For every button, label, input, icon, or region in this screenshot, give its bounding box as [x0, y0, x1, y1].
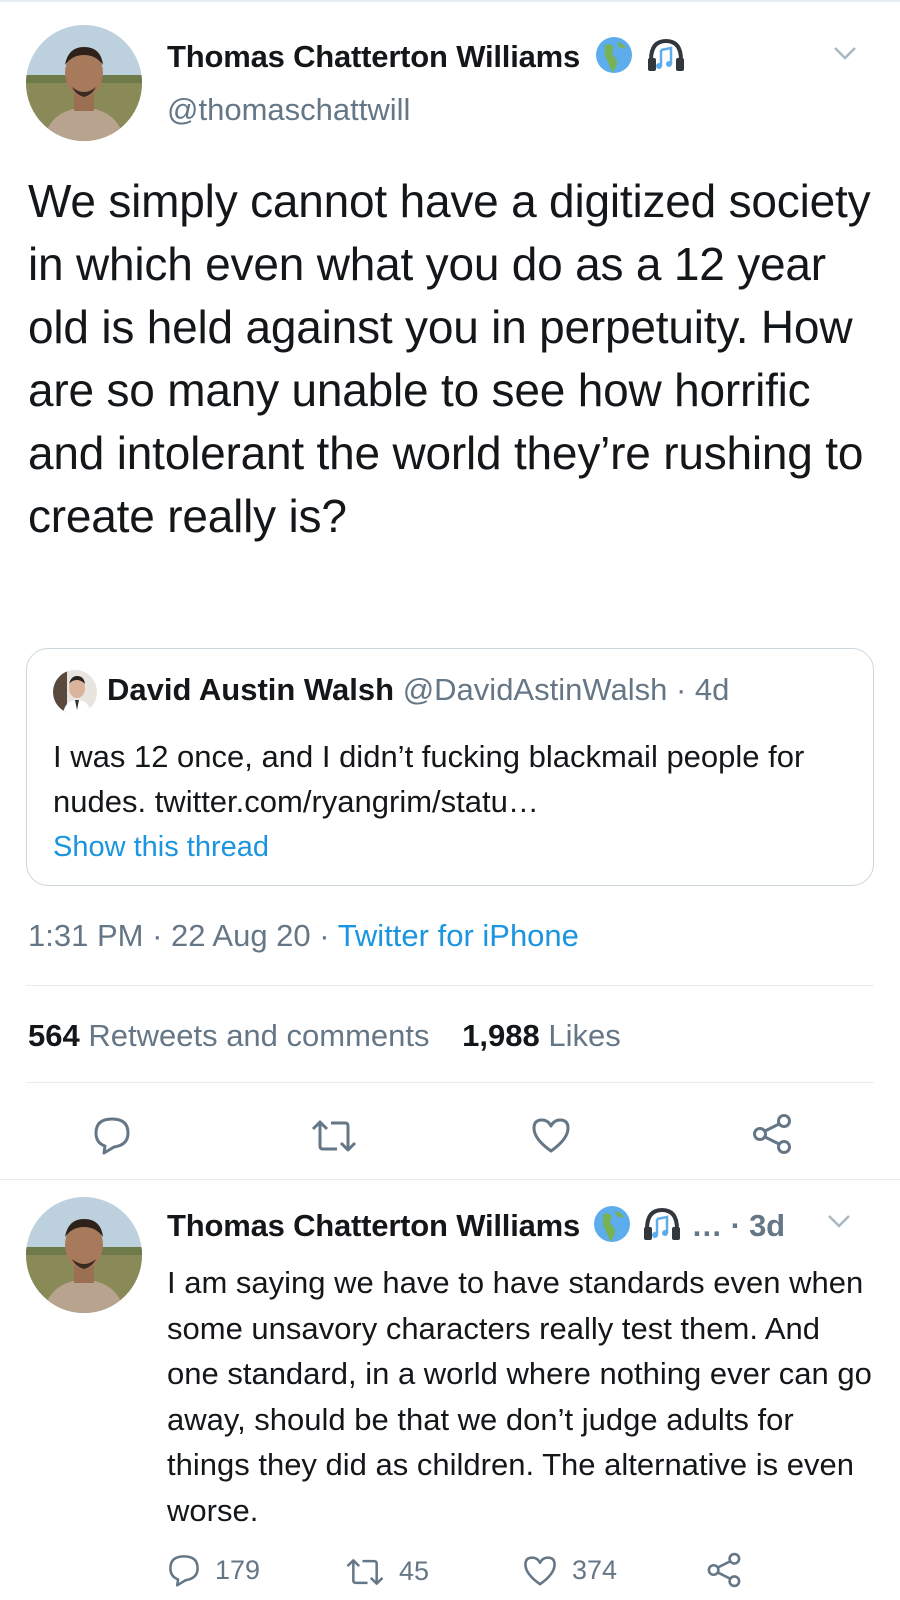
reply-count: 179 [215, 1554, 261, 1585]
reply-icon [94, 1117, 130, 1155]
quoted-author-avatar [53, 670, 97, 714]
quoted-author-handle: @DavidAstinWalsh [402, 672, 668, 707]
divider [26, 1082, 874, 1083]
retweet-count: 45 [399, 1556, 430, 1586]
quoted-tweet-text: I was 12 once, and I didn’t fucking blac… [53, 739, 805, 819]
divider [0, 1179, 900, 1180]
reply-share-button[interactable] [705, 1551, 743, 1589]
author-handle[interactable]: @thomaschattwill [167, 92, 410, 128]
tweet-text: We simply cannot have a digitized societ… [28, 175, 871, 542]
avatar-photo [26, 1197, 142, 1313]
reply-icon [169, 1555, 199, 1587]
share-icon [753, 1114, 791, 1154]
avatar-photo [26, 25, 142, 141]
likes-stat[interactable]: 1,988 Likes [462, 1018, 621, 1053]
retweets-stat[interactable]: 564 Retweets and comments [28, 1018, 430, 1053]
share-icon [707, 1552, 741, 1588]
meta-separator: · [152, 918, 163, 953]
like-button[interactable] [530, 1116, 572, 1154]
tweet-meta: 1:31 PM · 22 Aug 20 · Twitter for iPhone [28, 918, 579, 954]
reply-author-name[interactable]: Thomas Chatterton Williams [167, 1208, 580, 1243]
quoted-age: 4d [694, 672, 730, 707]
show-thread-link[interactable]: Show this thread [53, 831, 269, 864]
chevron-down-icon[interactable] [832, 44, 858, 67]
earth-globe-icon [593, 1205, 631, 1251]
divider [26, 985, 874, 986]
reply-retweet-button[interactable]: 45 [345, 1556, 429, 1587]
chevron-down-icon[interactable] [826, 1212, 852, 1235]
reply-tweet-text: I am saying we have to have standards ev… [167, 1265, 872, 1528]
earth-globe-icon [595, 36, 633, 82]
reply-separator: · [730, 1208, 741, 1244]
author-avatar[interactable] [26, 25, 142, 141]
like-icon [532, 1118, 570, 1153]
reply-author-avatar[interactable] [26, 1197, 142, 1313]
headphones-icon [645, 36, 687, 82]
quoted-author-line: David Austin Walsh @DavidAstinWalsh · 4d [107, 672, 729, 708]
retweet-button[interactable] [310, 1118, 358, 1154]
like-icon [524, 1556, 556, 1586]
reply-reply-button[interactable]: 179 [167, 1553, 260, 1587]
reply-author-line[interactable]: Thomas Chatterton Williams … · 3d [167, 1205, 785, 1251]
reply-like-button[interactable]: 374 [522, 1554, 617, 1587]
retweet-icon [311, 1120, 357, 1152]
tweet-date: 22 Aug 20 [171, 918, 311, 953]
headphones-icon [641, 1205, 683, 1251]
quoted-separator: · [675, 672, 687, 707]
reply-age: 3d [749, 1208, 785, 1244]
tweet-time: 1:31 PM [28, 918, 144, 953]
share-button[interactable] [750, 1112, 794, 1156]
tweet-source-link[interactable]: Twitter for iPhone [338, 918, 579, 953]
reply-ellipsis: … [691, 1208, 723, 1244]
like-count: 374 [572, 1555, 618, 1585]
top-divider [0, 0, 900, 2]
retweet-icon [346, 1558, 384, 1585]
reply-button[interactable] [92, 1115, 132, 1155]
tweet-stats: 564 Retweets and comments 1,988 Likes [28, 1018, 621, 1054]
author-name[interactable]: Thomas Chatterton Williams [167, 36, 687, 82]
meta-separator: · [319, 918, 330, 953]
quoted-author-name: David Austin Walsh [107, 672, 395, 707]
